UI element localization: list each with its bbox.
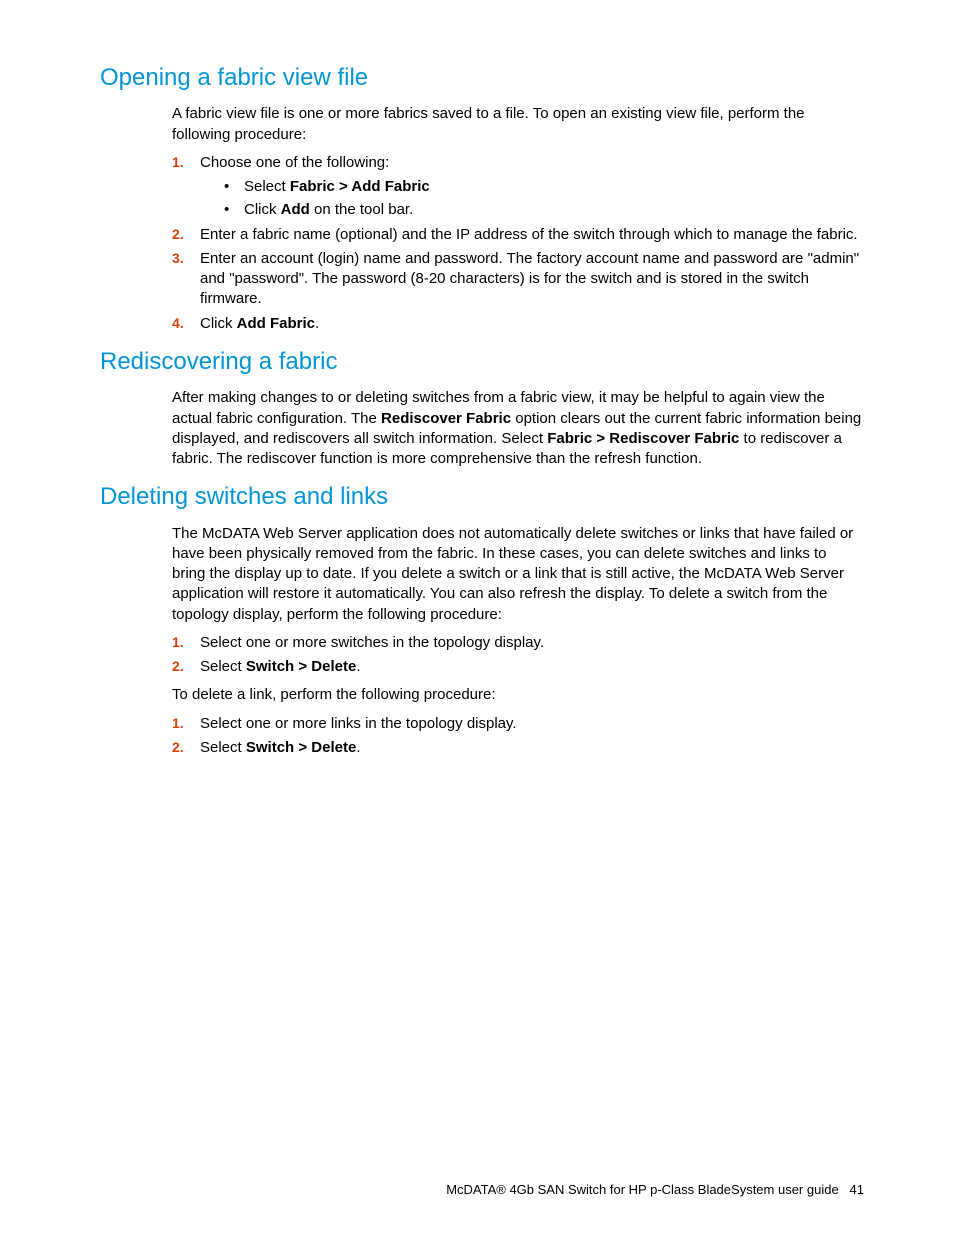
text-bold: Fabric > Rediscover Fabric (547, 430, 739, 447)
step-text-pre: Select (200, 739, 246, 756)
step-text-bold: Switch > Delete (246, 739, 356, 756)
intro-paragraph: A fabric view file is one or more fabric… (172, 104, 864, 145)
heading-deleting-switches-links: Deleting switches and links (100, 481, 864, 513)
footer-text: McDATA® 4Gb SAN Switch for HP p-Class Bl… (446, 1182, 839, 1197)
step-text-pre: Select (200, 658, 246, 675)
step-text: Enter a fabric name (optional) and the I… (200, 226, 858, 243)
page-footer: McDATA® 4Gb SAN Switch for HP p-Class Bl… (446, 1181, 864, 1199)
step-number: 2. (172, 738, 184, 757)
step-number: 1. (172, 153, 184, 172)
section-body: The McDATA Web Server application does n… (172, 524, 864, 759)
list-item: 3. Enter an account (login) name and pas… (172, 249, 864, 310)
list-item: Click Add on the tool bar. (224, 200, 864, 220)
step-text: Choose one of the following: (200, 154, 389, 171)
document-page: Opening a fabric view file A fabric view… (0, 0, 954, 1235)
text-bold: Rediscover Fabric (381, 410, 511, 427)
bullet-text-post: on the tool bar. (310, 201, 413, 218)
step-text: Select one or more switches in the topol… (200, 634, 544, 651)
list-item: 1. Select one or more links in the topol… (172, 714, 864, 734)
step-text-post: . (356, 658, 360, 675)
step-text: Select one or more links in the topology… (200, 715, 517, 732)
step-text: Enter an account (login) name and passwo… (200, 250, 859, 308)
paragraph: After making changes to or deleting swit… (172, 388, 864, 469)
sub-bullet-list: Select Fabric > Add Fabric Click Add on … (224, 177, 864, 221)
heading-rediscovering-fabric: Rediscovering a fabric (100, 346, 864, 378)
step-number: 1. (172, 714, 184, 733)
list-item: 2. Enter a fabric name (optional) and th… (172, 225, 864, 245)
step-text-bold: Add Fabric (237, 315, 315, 332)
heading-opening-fabric-view-file: Opening a fabric view file (100, 62, 864, 94)
step-number: 2. (172, 225, 184, 244)
page-number: 41 (850, 1182, 864, 1197)
list-item: 1. Choose one of the following: Select F… (172, 153, 864, 221)
step-number: 2. (172, 657, 184, 676)
bullet-text-pre: Click (244, 201, 281, 218)
step-text-post: . (356, 739, 360, 756)
list-item: Select Fabric > Add Fabric (224, 177, 864, 197)
step-text-post: . (315, 315, 319, 332)
step-text-pre: Click (200, 315, 237, 332)
section-body: After making changes to or deleting swit… (172, 388, 864, 469)
step-number: 4. (172, 314, 184, 333)
procedure-list: 1. Select one or more switches in the to… (172, 633, 864, 678)
procedure-list: 1. Choose one of the following: Select F… (172, 153, 864, 334)
list-item: 4. Click Add Fabric. (172, 314, 864, 334)
bullet-text-bold: Fabric > Add Fabric (290, 178, 430, 195)
list-item: 2. Select Switch > Delete. (172, 738, 864, 758)
step-text-bold: Switch > Delete (246, 658, 356, 675)
list-item: 1. Select one or more switches in the to… (172, 633, 864, 653)
list-item: 2. Select Switch > Delete. (172, 657, 864, 677)
procedure-list: 1. Select one or more links in the topol… (172, 714, 864, 759)
paragraph: To delete a link, perform the following … (172, 685, 864, 705)
step-number: 1. (172, 633, 184, 652)
intro-paragraph: The McDATA Web Server application does n… (172, 524, 864, 625)
bullet-text-pre: Select (244, 178, 290, 195)
step-number: 3. (172, 249, 184, 268)
bullet-text-bold: Add (281, 201, 310, 218)
section-body: A fabric view file is one or more fabric… (172, 104, 864, 334)
